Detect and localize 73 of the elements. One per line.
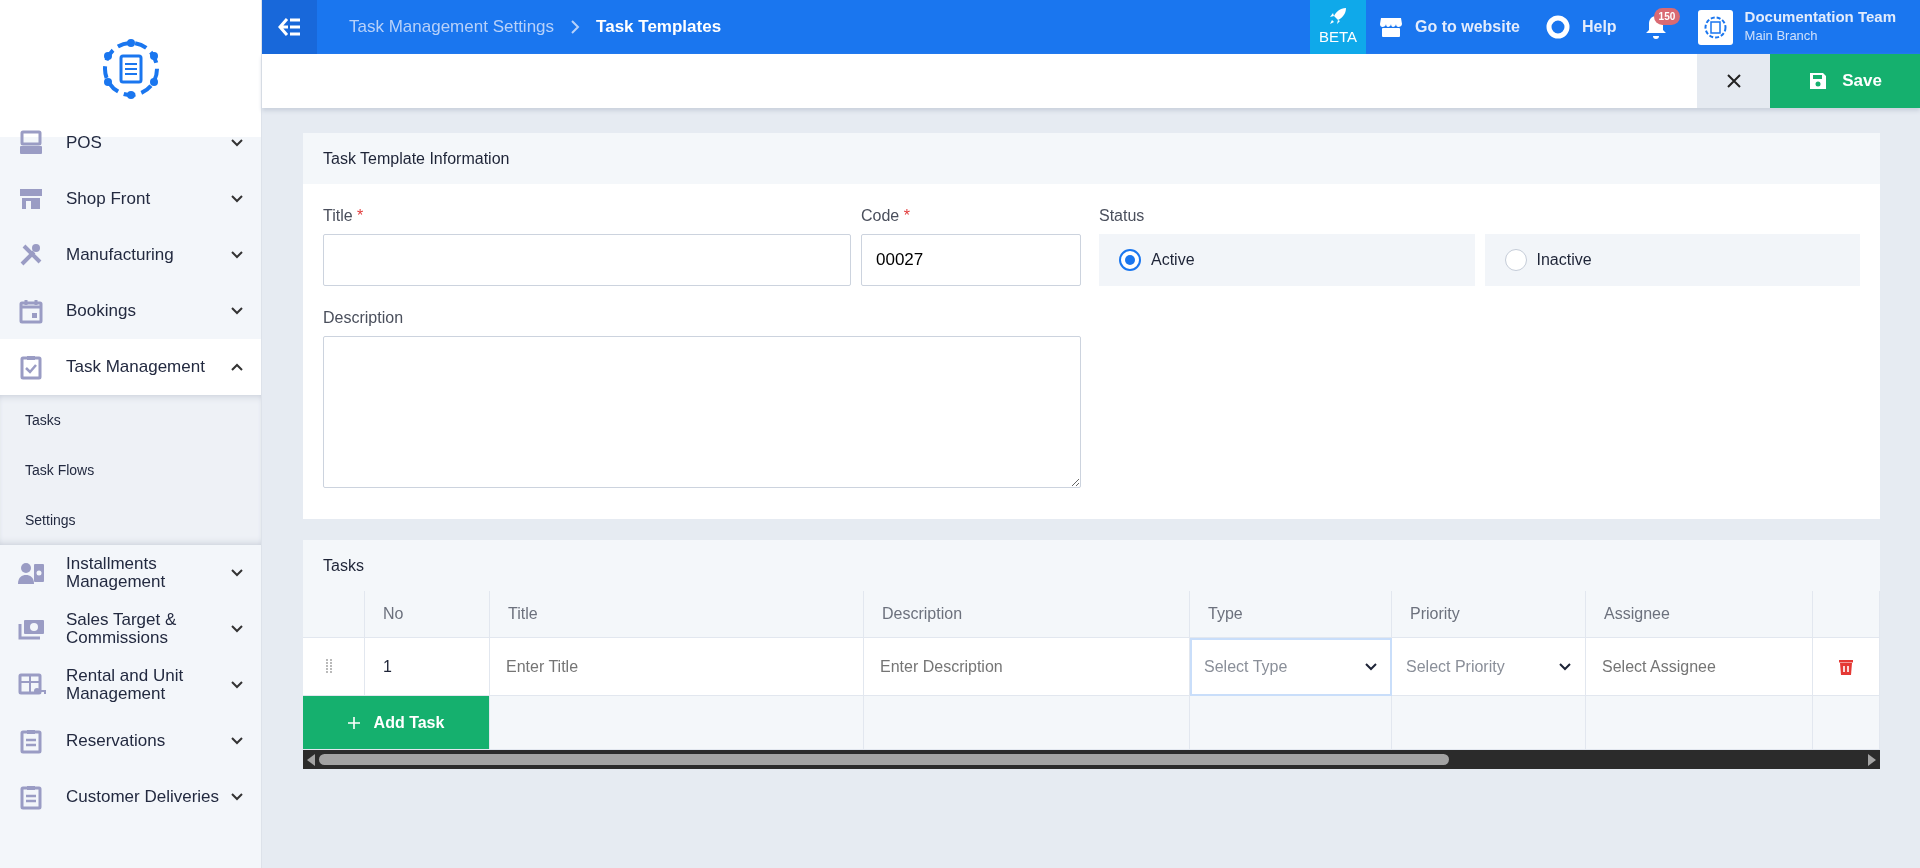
code-input[interactable]: 00027: [861, 234, 1081, 286]
sidebar-item[interactable]: Rental and Unit Management: [0, 657, 261, 713]
submenu-link[interactable]: Settings: [0, 495, 261, 545]
sidebar-item[interactable]: Customer Deliveries: [0, 769, 261, 825]
column-header: Title: [490, 591, 864, 638]
sidebar-item[interactable]: Sales Target & Commissions: [0, 601, 261, 657]
chevron-down-icon: [231, 251, 243, 259]
required-mark: *: [903, 207, 910, 224]
field-label: Description: [323, 309, 404, 326]
field-label: Status: [1099, 206, 1146, 226]
radio-button[interactable]: [1119, 249, 1141, 271]
chevron-down-icon: [231, 307, 243, 315]
chevron-up-icon: [231, 363, 243, 371]
column-header: Assignee: [1586, 591, 1813, 638]
sidebar-item[interactable]: Manufacturing: [0, 227, 261, 283]
column-header: No: [365, 591, 490, 638]
radio-button[interactable]: [1504, 249, 1527, 271]
sidebar-item[interactable]: Reservations: [0, 713, 261, 769]
person-card-icon: [18, 560, 46, 586]
chevron-down-icon: [231, 139, 243, 147]
collapse-menu-icon: [277, 18, 302, 36]
avatar-icon: [1697, 9, 1733, 45]
rocket-icon: [1328, 5, 1348, 26]
chevron-down-icon: [1559, 662, 1571, 671]
page-title: Task Templates: [596, 16, 722, 39]
chevron-down-icon: [1365, 662, 1377, 671]
trash-icon[interactable]: [1839, 658, 1853, 675]
card-title: Tasks: [303, 540, 1880, 591]
scroll-left-icon[interactable]: [307, 753, 315, 766]
notification-count: 150: [1653, 8, 1681, 25]
storefront-icon: [1379, 16, 1403, 38]
chevron-down-icon: [231, 625, 243, 633]
calendar-icon: [18, 298, 46, 324]
card-title: Task Template Information: [303, 133, 1880, 184]
column-header: Type: [1190, 591, 1392, 638]
lifebuoy-icon: [1545, 15, 1570, 39]
radio-option[interactable]: Inactive: [1484, 234, 1860, 286]
radio-label: Inactive: [1536, 250, 1592, 270]
row-number: 1: [365, 638, 490, 696]
column-header: Description: [864, 591, 1190, 638]
sidebar-item[interactable]: Shop Front: [0, 171, 261, 227]
website-link[interactable]: Go to website: [1366, 15, 1533, 39]
title-input[interactable]: [323, 234, 851, 286]
chevron-down-icon: [231, 569, 243, 577]
radio-label: Active: [1151, 250, 1195, 270]
chevron-down-icon: [231, 793, 243, 801]
menu-toggle-button[interactable]: [262, 0, 317, 54]
scroll-right-icon[interactable]: [1868, 753, 1876, 766]
sidebar-item[interactable]: Bookings: [0, 283, 261, 339]
sidebar-item[interactable]: Task Management: [0, 339, 261, 395]
chevron-down-icon: [231, 681, 243, 689]
plus-icon: [347, 716, 360, 729]
select-placeholder: Select Priority: [1406, 656, 1505, 677]
chevron-right-icon: [570, 20, 581, 34]
select-placeholder: Select Type: [1204, 656, 1288, 677]
submenu-link[interactable]: Tasks: [0, 395, 261, 445]
radio-option[interactable]: Active: [1099, 234, 1475, 286]
field-label: Code: [861, 207, 900, 224]
drag-handle-icon[interactable]: [325, 658, 333, 675]
required-mark: *: [357, 207, 364, 224]
chevron-down-icon: [231, 195, 243, 203]
sidebar-item[interactable]: POS: [0, 115, 261, 171]
sidebar-item[interactable]: Installments Management: [0, 545, 261, 601]
building-key-icon: [18, 672, 46, 698]
field-label: Title: [323, 207, 353, 224]
user-name: Documentation Team: [1744, 8, 1896, 27]
close-icon: [1725, 73, 1742, 89]
branch-name: Main Branch: [1744, 27, 1819, 46]
column-header: Priority: [1392, 591, 1586, 638]
scrollbar-thumb[interactable]: [319, 754, 1449, 765]
help-link[interactable]: Help: [1532, 15, 1630, 39]
submenu-link[interactable]: Task Flows: [0, 445, 261, 495]
chevron-down-icon: [231, 737, 243, 745]
